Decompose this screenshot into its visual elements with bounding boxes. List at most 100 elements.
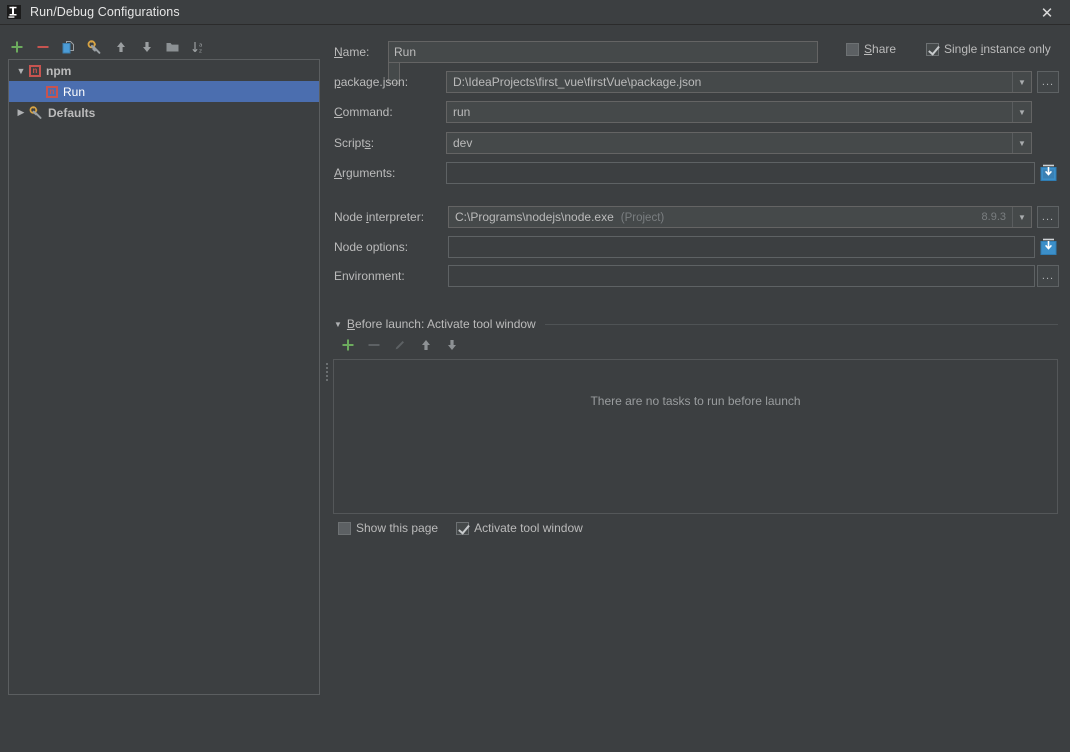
environment-label-row: Environment: (334, 265, 405, 287)
close-window-button[interactable]: ✕ (1024, 0, 1070, 25)
configurations-tree-pane: a z ▼ n npm ▼ n Run (0, 26, 322, 698)
task-move-down-button[interactable] (440, 334, 463, 356)
package-json-browse-button[interactable]: ... (1037, 71, 1059, 93)
ellipsis-icon: ... (1041, 270, 1055, 282)
before-launch-header[interactable]: ▼ Before launch: Activate tool window (334, 316, 1058, 332)
expand-twisty-icon[interactable]: ▼ (13, 66, 29, 76)
arguments-label: Arguments: (334, 166, 396, 180)
minus-icon (368, 344, 379, 346)
tree-item-label: Defaults (48, 105, 96, 120)
remove-configuration-button[interactable] (31, 36, 54, 58)
before-launch-rule (544, 323, 1058, 325)
package-json-value: D:\IdeaProjects\first_vue\firstVue\packa… (453, 75, 702, 89)
checkbox-box (926, 42, 939, 56)
before-launch-toolbar (336, 334, 463, 356)
npm-icon: n (29, 64, 41, 77)
share-checkbox[interactable]: Share (846, 42, 896, 56)
splitter-dot (325, 363, 328, 365)
arguments-label-row: Arguments: (334, 162, 395, 184)
command-combo[interactable]: run ▼ (446, 101, 1032, 123)
window-title: Run/Debug Configurations (30, 5, 180, 19)
wrench-gear-icon (29, 105, 43, 120)
title-bar: Run/Debug Configurations ✕ (0, 0, 1070, 25)
plus-icon (11, 41, 22, 53)
chevron-down-icon[interactable]: ▼ (1012, 72, 1031, 92)
collapse-twisty-icon[interactable]: ▶ (13, 107, 29, 118)
edit-defaults-button[interactable] (83, 36, 106, 58)
create-folder-button[interactable] (161, 36, 184, 58)
before-launch-tasks-list[interactable]: There are no tasks to run before launch (333, 359, 1058, 514)
panel-splitter-handle[interactable] (323, 359, 330, 385)
chevron-down-icon[interactable]: ▼ (1012, 133, 1031, 153)
arrow-down-icon (142, 42, 151, 52)
scripts-combo[interactable]: dev ▼ (446, 132, 1032, 154)
node-interpreter-value: C:\Programs\nodejs\node.exe (Project) (455, 210, 665, 224)
environment-browse-button[interactable]: ... (1037, 265, 1059, 287)
single-instance-only-label: Single instance only (944, 42, 1051, 56)
task-move-up-button[interactable] (414, 334, 437, 356)
svg-text:z: z (199, 48, 202, 54)
show-this-page-label: Show this page (356, 521, 439, 535)
ellipsis-icon: ... (1041, 76, 1055, 88)
before-launch-twisty-icon[interactable]: ▼ (334, 320, 342, 329)
splitter-dot (325, 379, 328, 381)
tree-item-defaults[interactable]: ▶ Defaults (9, 102, 319, 123)
add-task-button[interactable] (336, 334, 359, 356)
package-json-label: package.json: (334, 75, 409, 89)
move-down-button[interactable] (135, 36, 158, 58)
name-input[interactable]: Run (388, 41, 818, 63)
splitter-dot (325, 367, 328, 369)
add-configuration-button[interactable] (5, 36, 28, 58)
activate-tool-window-checkbox[interactable]: Activate tool window (456, 521, 583, 535)
pencil-icon (395, 341, 404, 350)
intellij-idea-icon (7, 5, 21, 19)
configurations-tree[interactable]: ▼ n npm ▼ n Run ▶ (8, 59, 320, 695)
scripts-value: dev (453, 136, 473, 150)
sort-alpha-icon: a z (192, 42, 202, 54)
arguments-input[interactable] (446, 162, 1035, 184)
tree-item-label: npm (46, 63, 72, 78)
plus-icon (342, 339, 353, 351)
edit-task-button (388, 334, 411, 356)
tree-item-run[interactable]: ▼ n Run (9, 81, 319, 102)
twisty-spacer: ▼ (13, 87, 29, 97)
checkbox-box (846, 42, 859, 56)
arrow-up-icon (421, 340, 430, 350)
command-label: Command: (334, 105, 393, 119)
show-this-page-checkbox[interactable]: Show this page (338, 521, 438, 535)
single-instance-only-checkbox[interactable]: Single instance only (926, 42, 1051, 56)
scripts-label-row: Scripts: (334, 132, 374, 154)
before-launch-title: Before launch: Activate tool window (346, 317, 536, 331)
command-value: run (453, 105, 471, 119)
splitter-dot (325, 375, 328, 377)
move-up-button[interactable] (109, 36, 132, 58)
node-options-expand-button[interactable] (1038, 236, 1059, 257)
scripts-label: Scripts: (334, 136, 375, 150)
minus-icon (37, 46, 48, 48)
checkbox-box (456, 521, 470, 535)
command-label-row: Command: (334, 101, 393, 123)
tree-item-npm[interactable]: ▼ n npm (9, 60, 319, 81)
node-interpreter-label-row: Node interpreter: (334, 206, 424, 228)
node-interpreter-browse-button[interactable]: ... (1037, 206, 1059, 228)
checkbox-box (338, 521, 351, 535)
node-interpreter-scope: (Project) (620, 212, 665, 224)
copy-configuration-button[interactable] (57, 36, 80, 58)
chevron-down-icon[interactable]: ▼ (1012, 207, 1031, 227)
chevron-down-icon[interactable]: ▼ (1012, 102, 1031, 122)
arguments-expand-button[interactable] (1038, 162, 1059, 183)
expand-editor-icon (1040, 238, 1057, 255)
node-interpreter-version: 8.9.3 (981, 211, 1006, 223)
node-interpreter-combo[interactable]: C:\Programs\nodejs\node.exe (Project) 8.… (448, 206, 1032, 228)
package-json-combo[interactable]: D:\IdeaProjects\first_vue\firstVue\packa… (446, 71, 1032, 93)
sort-configurations-button[interactable]: a z (187, 36, 210, 58)
name-input-value: Run (394, 45, 417, 59)
node-options-input[interactable] (448, 236, 1035, 258)
copy-icon (62, 40, 74, 53)
remove-task-button (362, 334, 385, 356)
node-options-label-row: Node options: (334, 236, 408, 258)
environment-input[interactable] (448, 265, 1035, 287)
name-label-row: Name: (334, 41, 369, 63)
dialog-button-bar: ? OK Close Apply (0, 698, 1070, 752)
tree-toolbar: a z (5, 35, 210, 59)
